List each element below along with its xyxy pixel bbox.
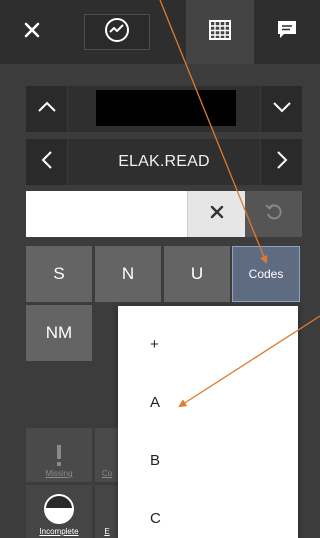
codes-menu-item-b[interactable]: B [118, 432, 298, 488]
close-button[interactable] [0, 0, 64, 64]
codes-menu-item-a[interactable]: A [118, 374, 298, 430]
undo-icon [264, 202, 284, 227]
fourth-status-label: E [104, 527, 110, 536]
activity-tab[interactable] [84, 14, 150, 50]
second-status-button[interactable]: Co [95, 428, 119, 482]
form-navigator: ELAK.READ [26, 139, 302, 185]
previous-field-button[interactable] [26, 86, 68, 132]
close-icon [23, 21, 41, 44]
missing-label: Missing [45, 469, 73, 478]
grid-icon [209, 19, 231, 45]
top-tab-bar [0, 0, 320, 64]
chevron-up-icon [37, 100, 57, 118]
half-circle-icon [43, 493, 75, 527]
code-button-u[interactable]: U [164, 246, 230, 302]
codes-button[interactable]: Codes [232, 246, 300, 302]
missing-button[interactable]: Missing [26, 428, 92, 482]
chat-tab[interactable] [254, 0, 320, 64]
form-name: ELAK.READ [118, 153, 210, 170]
previous-form-button[interactable] [26, 139, 68, 185]
activity-icon [104, 17, 130, 48]
codes-menu-item-c[interactable]: C [118, 490, 298, 538]
code-button-s[interactable]: S [26, 246, 92, 302]
codes-menu-item-plus[interactable]: + [118, 316, 298, 372]
undo-button[interactable] [245, 191, 302, 237]
codes-menu: + A B C [118, 306, 298, 538]
value-entry [26, 191, 302, 237]
incomplete-button[interactable]: Incomplete [26, 485, 92, 538]
chat-icon [276, 19, 298, 46]
grid-tab[interactable] [186, 0, 254, 64]
code-button-nm[interactable]: NM [26, 305, 92, 361]
chevron-left-icon [41, 150, 53, 175]
chevron-down-icon [272, 100, 292, 118]
next-form-button[interactable] [260, 139, 302, 185]
field-selector [26, 86, 302, 132]
exclamation-icon [55, 445, 63, 469]
redacted-field-name [96, 90, 236, 126]
code-button-n[interactable]: N [95, 246, 161, 302]
next-field-button[interactable] [260, 86, 302, 132]
chevron-right-icon [276, 150, 288, 175]
clear-button[interactable] [187, 191, 245, 237]
incomplete-label: Incomplete [39, 527, 79, 536]
value-input[interactable] [26, 191, 187, 237]
second-status-label: Co [101, 469, 113, 478]
clear-icon [210, 205, 224, 224]
fourth-status-button[interactable]: E [95, 485, 119, 538]
